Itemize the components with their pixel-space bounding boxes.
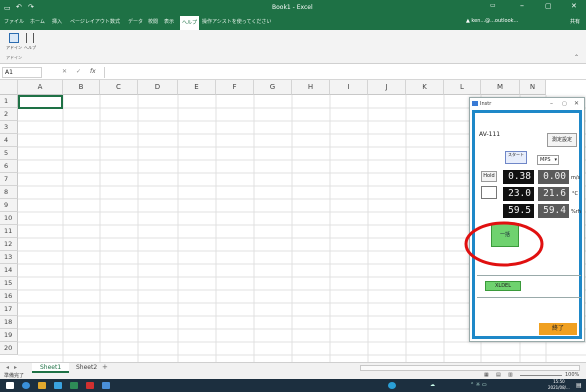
redo-icon[interactable]: ↷ xyxy=(28,3,34,11)
normal-view-icon[interactable]: ▦ xyxy=(484,372,489,378)
end-button[interactable]: 終了 xyxy=(539,323,577,335)
collapse-ribbon-icon[interactable]: ⌃ xyxy=(574,54,579,61)
app-taskbar-icon[interactable] xyxy=(86,382,94,389)
tab-file[interactable]: ファイル xyxy=(4,18,24,25)
highlight-circle xyxy=(464,221,544,267)
measurement-settings-button[interactable]: 測定設定 xyxy=(547,133,577,147)
notifications-icon[interactable]: ▤ xyxy=(576,382,582,389)
help-icon xyxy=(26,33,34,43)
unit-dropdown[interactable]: MPS ▾ xyxy=(537,155,559,165)
tab-formulas[interactable]: 数式 xyxy=(110,18,120,25)
share-button[interactable]: 共有 xyxy=(570,18,580,25)
ribbon: アドイン ヘルプ アドイン ⌃ xyxy=(0,30,586,64)
xldel-button[interactable]: XLDEL xyxy=(485,281,521,291)
cancel-icon[interactable]: ✕ xyxy=(62,68,67,75)
horizontal-scrollbar[interactable] xyxy=(360,365,580,371)
addin-icon xyxy=(9,33,19,43)
tab-help[interactable]: ヘルプ xyxy=(180,16,200,30)
instr-taskbar-icon[interactable] xyxy=(102,382,110,389)
tab-review[interactable]: 校閲 xyxy=(148,18,158,25)
reading-current-2: 23.0 xyxy=(503,187,534,201)
ribbon-display-icon[interactable]: ▭ xyxy=(490,2,496,9)
save-icon[interactable]: ▭ xyxy=(4,4,11,12)
search-icon[interactable] xyxy=(22,382,30,389)
taskbar: ☁ ⌃ ☼ ▭ 15:50 2021/08/... ▤ xyxy=(0,379,586,392)
reading-unit-1: m/s xyxy=(571,175,581,181)
account-name[interactable]: ▲ ken...@...outlook... xyxy=(466,18,518,24)
dialog-divider xyxy=(477,275,581,276)
edge-icon[interactable] xyxy=(54,382,62,389)
tab-insert[interactable]: 挿入 xyxy=(52,18,62,25)
sheet-prev-icon[interactable]: ◂ xyxy=(6,364,9,371)
addin-button[interactable]: アドイン xyxy=(6,32,22,52)
hold-button[interactable]: Hold xyxy=(481,171,497,182)
formula-bar: A1 ✕ ✓ fx xyxy=(0,66,586,80)
ribbon-tabs: ファイル ホーム 挿入 ページレイアウト 数式 データ 校閲 表示 ヘルプ 操作… xyxy=(0,16,586,30)
zoom-slider[interactable] xyxy=(520,375,562,376)
tell-me-search[interactable]: 操作アシストを使ってください xyxy=(202,18,271,25)
help-ribbon-button[interactable]: ヘルプ xyxy=(24,32,36,52)
status-ready: 準備完了 xyxy=(4,373,25,379)
dialog-maximize-icon[interactable]: ▢ xyxy=(562,98,567,110)
tray-icons[interactable]: ⌃ ☼ ▭ xyxy=(470,382,487,388)
file-explorer-icon[interactable] xyxy=(38,382,46,389)
maximize-icon[interactable]: ▢ xyxy=(545,2,552,10)
dialog-title-bar: Instr – ▢ ✕ xyxy=(470,98,584,110)
tab-data[interactable]: データ xyxy=(128,18,143,25)
name-box[interactable]: A1 xyxy=(2,67,42,78)
reading-stored-2: 21.6 xyxy=(538,187,569,201)
tab-page-layout[interactable]: ページレイアウト xyxy=(70,18,110,25)
weather-icon[interactable]: ☁ xyxy=(430,382,435,388)
start-button[interactable]: スタート xyxy=(505,151,527,164)
ribbon-group-name: アドイン xyxy=(6,55,22,60)
reading-current-3: 59.5 xyxy=(503,204,534,218)
reading-unit-3: %rh xyxy=(571,209,581,215)
device-model: AV-111 xyxy=(479,131,501,138)
minimize-icon[interactable]: – xyxy=(520,1,524,10)
zoom-level[interactable]: 100% xyxy=(565,372,579,378)
sheet-tab-sheet2[interactable]: Sheet2 xyxy=(68,363,105,373)
dialog-title: Instr xyxy=(480,101,492,107)
tab-home[interactable]: ホーム xyxy=(30,18,45,25)
reading-stored-3: 59.4 xyxy=(538,204,569,218)
reading-unit-2: °C xyxy=(572,191,578,197)
sheet-tab-sheet1[interactable]: Sheet1 xyxy=(32,363,70,373)
excel-taskbar-icon[interactable] xyxy=(70,382,78,389)
window-title: Book1 - Excel xyxy=(272,4,313,11)
sheet-next-icon[interactable]: ▸ xyxy=(14,364,17,371)
notification-app-icon[interactable] xyxy=(388,382,396,389)
record-checkbox[interactable] xyxy=(481,186,497,199)
dialog-close-icon[interactable]: ✕ xyxy=(574,98,579,110)
clock[interactable]: 15:50 2021/08/... xyxy=(548,379,570,391)
page-layout-view-icon[interactable]: ▤ xyxy=(496,372,501,378)
dialog-divider-2 xyxy=(477,297,581,298)
active-cell[interactable] xyxy=(18,95,63,109)
title-bar: ▭ ↶ ↷ Book1 - Excel ▭ – ▢ ✕ xyxy=(0,0,586,16)
page-break-view-icon[interactable]: ▥ xyxy=(508,372,513,378)
dialog-app-icon xyxy=(472,101,478,106)
windows-start-icon[interactable] xyxy=(6,382,14,389)
insert-function-icon[interactable]: fx xyxy=(90,68,96,75)
close-icon[interactable]: ✕ xyxy=(571,2,577,10)
dialog-minimize-icon[interactable]: – xyxy=(550,98,553,110)
reading-stored-1: 0.00 xyxy=(538,170,569,184)
chevron-down-icon: ▾ xyxy=(554,157,557,163)
add-sheet-button[interactable]: + xyxy=(102,363,108,371)
enter-icon[interactable]: ✓ xyxy=(76,68,81,75)
reading-current-1: 0.38 xyxy=(503,170,534,184)
undo-icon[interactable]: ↶ xyxy=(16,3,22,11)
formula-input[interactable] xyxy=(104,67,584,78)
tab-view[interactable]: 表示 xyxy=(164,18,174,25)
